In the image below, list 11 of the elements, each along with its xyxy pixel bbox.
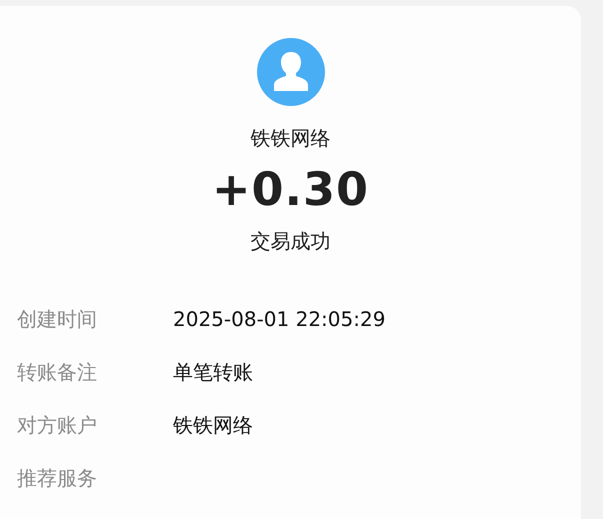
- detail-value: 单笔转账: [173, 359, 253, 386]
- detail-value: 2025-08-01 22:05:29: [173, 306, 386, 334]
- detail-label: 推荐服务: [17, 465, 98, 492]
- detail-value: 铁铁网络: [173, 412, 253, 440]
- detail-label: 对方账户: [17, 412, 98, 440]
- amount: +0.30: [212, 164, 370, 215]
- payee-name: 铁铁网络: [250, 126, 330, 150]
- detail-label: 创建时间: [17, 306, 98, 334]
- avatar-icon: [256, 38, 324, 106]
- detail-label: 转账备注: [17, 359, 98, 386]
- status-text: 交易成功: [250, 228, 330, 253]
